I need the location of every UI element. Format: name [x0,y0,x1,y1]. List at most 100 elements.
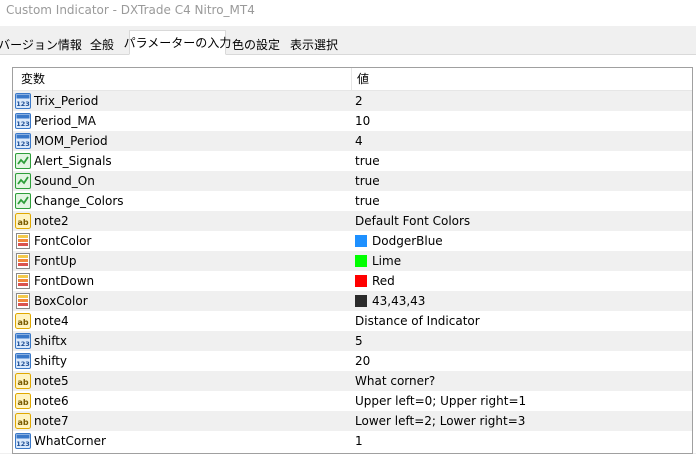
parameter-row[interactable]: ab note7 Lower left=2; Lower right=3 [13,411,692,431]
boolean-icon [15,173,31,189]
parameter-name: FontDown [34,274,95,288]
parameter-name: FontColor [34,234,92,248]
parameter-row[interactable]: ab note2 Default Font Colors [13,211,692,231]
parameter-value[interactable]: 5 [355,331,363,351]
parameter-value[interactable]: 2 [355,91,363,111]
tab-bar: バージョン情報 全般 パラメーターの入力 色の設定 表示選択 [0,26,696,55]
parameter-row[interactable]: ab note6 Upper left=0; Upper right=1 [13,391,692,411]
parameter-value[interactable]: Lime [372,251,401,271]
column-divider[interactable] [351,68,352,90]
column-header-variable[interactable]: 変数 [21,68,45,90]
tab-display-selection[interactable]: 表示選択 [286,33,342,54]
parameter-name: FontUp [34,254,77,268]
parameter-value[interactable]: true [355,171,380,191]
parameter-value[interactable]: 10 [355,111,370,131]
window-title: Custom Indicator - DXTrade C4 Nitro_MT4 [6,3,255,17]
parameter-name: note5 [34,374,69,388]
color-icon [15,253,31,269]
parameter-name: WhatCorner [34,434,106,448]
parameter-value[interactable]: Default Font Colors [355,211,470,231]
parameter-row[interactable]: ab note4 Distance of Indicator [13,311,692,331]
parameter-name: shifty [34,354,68,368]
parameter-row[interactable]: FontDown Red [13,271,692,291]
svg-text:ab: ab [17,318,28,327]
column-header-value[interactable]: 値 [357,68,369,90]
parameter-name: note4 [34,314,69,328]
parameter-row[interactable]: 123 shifty 20 [13,351,692,371]
string-icon: ab [15,413,31,429]
parameter-value[interactable]: true [355,151,380,171]
parameter-row[interactable]: FontColor DodgerBlue [13,231,692,251]
parameter-row[interactable]: Alert_Signals true [13,151,692,171]
parameter-name: Trix_Period [34,94,99,108]
integer-icon: 123 [15,353,31,369]
integer-icon: 123 [15,93,31,109]
svg-text:123: 123 [16,440,30,448]
boolean-icon [15,193,31,209]
color-icon [15,293,31,309]
parameter-value[interactable]: Upper left=0; Upper right=1 [355,391,526,411]
parameter-value[interactable]: Red [372,271,395,291]
title-bar: Custom Indicator - DXTrade C4 Nitro_MT4 [0,0,696,26]
parameters-grid: 変数 値 123 Trix_Period 2 123 Period_MA 10 123 MOM… [12,67,693,454]
string-icon: ab [15,313,31,329]
parameter-row[interactable]: 123 Period_MA 10 [13,111,692,131]
parameter-name: Change_Colors [34,194,124,208]
parameter-name: MOM_Period [34,134,108,148]
color-swatch [355,235,367,247]
parameter-row[interactable]: BoxColor 43,43,43 [13,291,692,311]
parameter-row[interactable]: 123 shiftx 5 [13,331,692,351]
svg-text:ab: ab [17,378,28,387]
parameter-row[interactable]: Sound_On true [13,171,692,191]
svg-text:123: 123 [16,140,30,148]
svg-text:ab: ab [17,418,28,427]
parameter-name: note6 [34,394,69,408]
parameter-row[interactable]: Change_Colors true [13,191,692,211]
svg-text:123: 123 [16,120,30,128]
parameter-name: BoxColor [34,294,88,308]
integer-icon: 123 [15,113,31,129]
integer-icon: 123 [15,133,31,149]
parameter-value[interactable]: Lower left=2; Lower right=3 [355,411,525,431]
string-icon: ab [15,373,31,389]
parameter-value[interactable]: 4 [355,131,363,151]
color-icon [15,273,31,289]
parameter-row[interactable]: ab note5 What corner? [13,371,692,391]
tab-color-settings[interactable]: 色の設定 [228,33,284,54]
parameter-value[interactable]: What corner? [355,371,435,391]
string-icon: ab [15,213,31,229]
parameter-row[interactable]: 123 Trix_Period 2 [13,91,692,111]
tab-general[interactable]: 全般 [80,33,124,54]
tab-version-info[interactable]: バージョン情報 [0,33,82,54]
parameter-name: note2 [34,214,69,228]
color-swatch [355,275,367,287]
parameter-name: Alert_Signals [34,154,112,168]
parameter-row[interactable]: FontUp Lime [13,251,692,271]
svg-text:123: 123 [16,100,30,108]
grid-header: 変数 値 [13,68,692,91]
parameter-name: shiftx [34,334,68,348]
boolean-icon [15,153,31,169]
integer-icon: 123 [15,333,31,349]
parameter-value[interactable]: Distance of Indicator [355,311,480,331]
parameters-panel: 変数 値 123 Trix_Period 2 123 Period_MA 10 123 MOM… [0,54,696,454]
color-icon [15,233,31,249]
parameter-name: Period_MA [34,114,96,128]
svg-text:ab: ab [17,398,28,407]
svg-text:123: 123 [16,360,30,368]
parameter-value[interactable]: 1 [355,431,363,451]
parameter-name: note7 [34,414,69,428]
svg-text:123: 123 [16,340,30,348]
color-swatch [355,255,367,267]
parameter-name: Sound_On [34,174,95,188]
parameter-value[interactable]: 43,43,43 [372,291,425,311]
integer-icon: 123 [15,433,31,449]
parameter-value[interactable]: true [355,191,380,211]
svg-text:ab: ab [17,218,28,227]
color-swatch [355,295,367,307]
tab-input-parameters[interactable]: パラメーターの入力 [124,30,231,55]
parameter-row[interactable]: 123 MOM_Period 4 [13,131,692,151]
parameter-row[interactable]: 123 WhatCorner 1 [13,431,692,451]
parameter-value[interactable]: DodgerBlue [372,231,443,251]
parameter-value[interactable]: 20 [355,351,370,371]
